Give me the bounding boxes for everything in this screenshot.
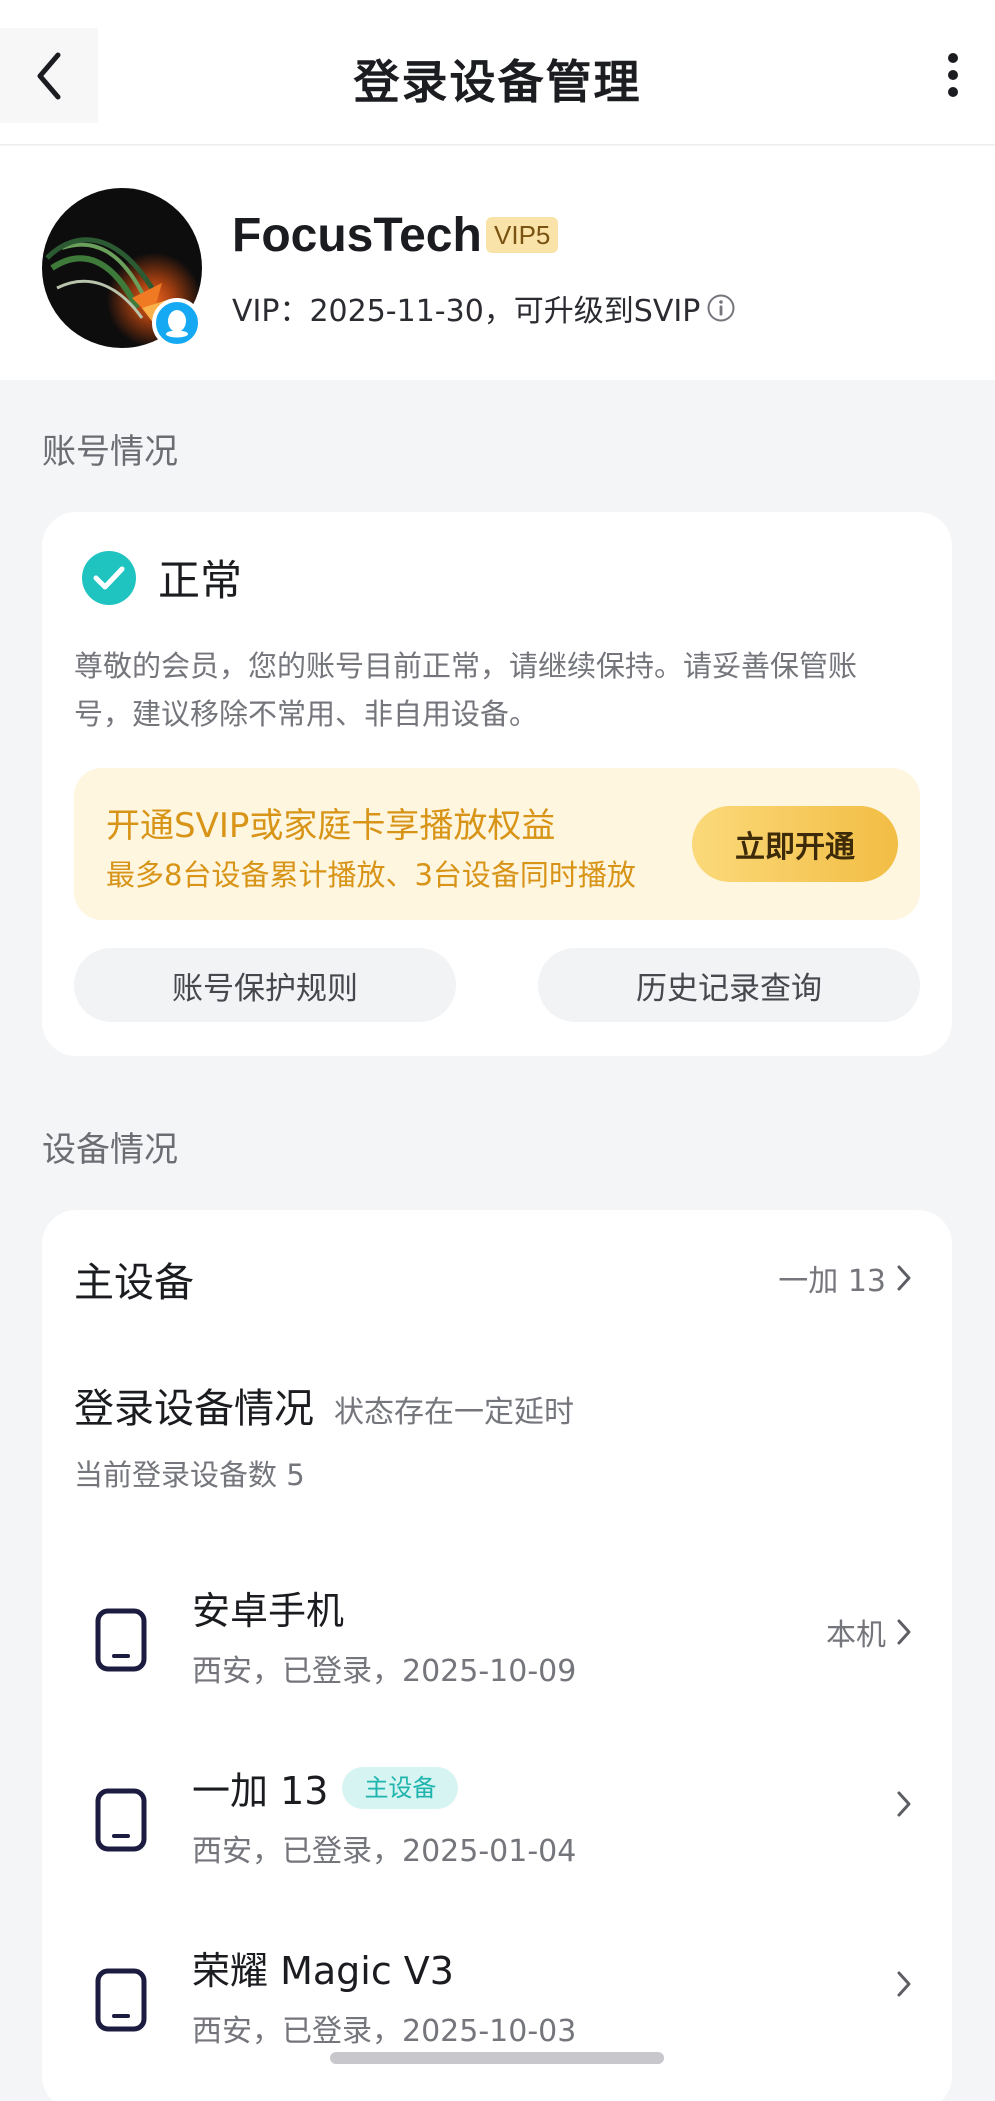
device-section-title: 设备情况 bbox=[42, 1130, 178, 1170]
device-meta: 西安，已登录，2025-10-03 bbox=[192, 2014, 577, 2049]
vip-level-badge: VIP5 bbox=[486, 217, 559, 253]
device-name-text: 一加 13 bbox=[192, 1769, 329, 1813]
device-item[interactable]: 安卓手机 西安，已登录，2025-10-09 本机 bbox=[74, 1572, 912, 1702]
top-nav-bar: 登录设备管理 bbox=[0, 0, 995, 145]
main-device-value-wrap: 一加 13 bbox=[778, 1256, 912, 1300]
svip-promo-banner[interactable]: 开通SVIP或家庭卡享播放权益 最多8台设备累计播放、3台设备同时播放 立即开通 bbox=[74, 768, 920, 920]
login-device-count: 当前登录设备数 5 bbox=[74, 1458, 305, 1492]
main-device-value: 一加 13 bbox=[778, 1264, 886, 1299]
device-item[interactable]: 一加 13 主设备 西安，已登录，2025-01-04 bbox=[74, 1752, 912, 1882]
phone-icon bbox=[95, 1968, 147, 2032]
device-name: 一加 13 主设备 bbox=[192, 1760, 459, 1815]
profile-header: FocusTech VIP5 VIP：2025-11-30，可升级到SVIP bbox=[0, 146, 995, 380]
device-right bbox=[896, 1790, 912, 1818]
device-item[interactable]: 荣耀 Magic V3 西安，已登录，2025-10-03 bbox=[74, 1932, 912, 2062]
main-device-row[interactable]: 主设备 一加 13 bbox=[74, 1250, 912, 1308]
chevron-right-icon bbox=[897, 1791, 911, 1817]
current-device-label: 本机 bbox=[826, 1618, 886, 1653]
device-name: 安卓手机 bbox=[192, 1580, 344, 1635]
device-right bbox=[896, 1970, 912, 1998]
home-indicator[interactable] bbox=[330, 2052, 664, 2064]
promo-subtitle: 最多8台设备累计播放、3台设备同时播放 bbox=[106, 858, 636, 892]
account-status-card: 正常 尊敬的会员，您的账号目前正常，请继续保持。请妥善保管账号，建议移除不常用、… bbox=[42, 512, 952, 1056]
status-row: 正常 bbox=[82, 547, 242, 608]
device-meta: 西安，已登录，2025-01-04 bbox=[192, 1834, 577, 1869]
main-device-tag: 主设备 bbox=[342, 1766, 459, 1809]
status-description: 尊敬的会员，您的账号目前正常，请继续保持。请妥善保管账号，建议移除不常用、非自用… bbox=[74, 649, 858, 731]
device-name-text: 荣耀 Magic V3 bbox=[192, 1949, 454, 1993]
more-button[interactable] bbox=[933, 50, 973, 100]
account-section-title: 账号情况 bbox=[42, 432, 178, 472]
open-now-button[interactable]: 立即开通 bbox=[692, 806, 898, 882]
account-protection-rules-button[interactable]: 账号保护规则 bbox=[74, 948, 456, 1022]
page-title: 登录设备管理 bbox=[353, 55, 642, 109]
device-name-text: 安卓手机 bbox=[192, 1589, 345, 1633]
check-circle-icon bbox=[82, 550, 136, 605]
device-card: 主设备 一加 13 登录设备情况 状态存在一定延时 当前登录设备数 5 安卓手机… bbox=[42, 1210, 952, 2101]
vip-expiry-line[interactable]: VIP：2025-11-30，可升级到SVIP bbox=[232, 286, 736, 330]
username: FocusTech bbox=[232, 209, 482, 262]
login-devices-header: 登录设备情况 状态存在一定延时 bbox=[74, 1376, 912, 1434]
history-query-button[interactable]: 历史记录查询 bbox=[538, 948, 920, 1022]
device-name: 荣耀 Magic V3 bbox=[192, 1940, 454, 1995]
main-device-label: 主设备 bbox=[74, 1260, 194, 1306]
login-devices-note: 状态存在一定延时 bbox=[334, 1395, 574, 1430]
more-vertical-icon bbox=[948, 53, 958, 97]
device-meta: 西安，已登录，2025-10-09 bbox=[192, 1654, 577, 1689]
login-devices-title: 登录设备情况 bbox=[74, 1386, 314, 1432]
chevron-right-icon bbox=[897, 1619, 911, 1645]
device-right: 本机 bbox=[826, 1610, 912, 1654]
phone-icon bbox=[95, 1608, 147, 1672]
status-label: 正常 bbox=[158, 556, 243, 605]
chevron-right-icon bbox=[897, 1971, 911, 1997]
phone-icon bbox=[95, 1788, 147, 1852]
qq-penguin-icon bbox=[152, 298, 202, 348]
promo-title: 开通SVIP或家庭卡享播放权益 bbox=[106, 806, 556, 846]
chevron-right-icon bbox=[897, 1265, 911, 1291]
vip-expiry-text: VIP：2025-11-30，可升级到SVIP bbox=[232, 294, 701, 329]
info-icon[interactable] bbox=[706, 293, 736, 323]
